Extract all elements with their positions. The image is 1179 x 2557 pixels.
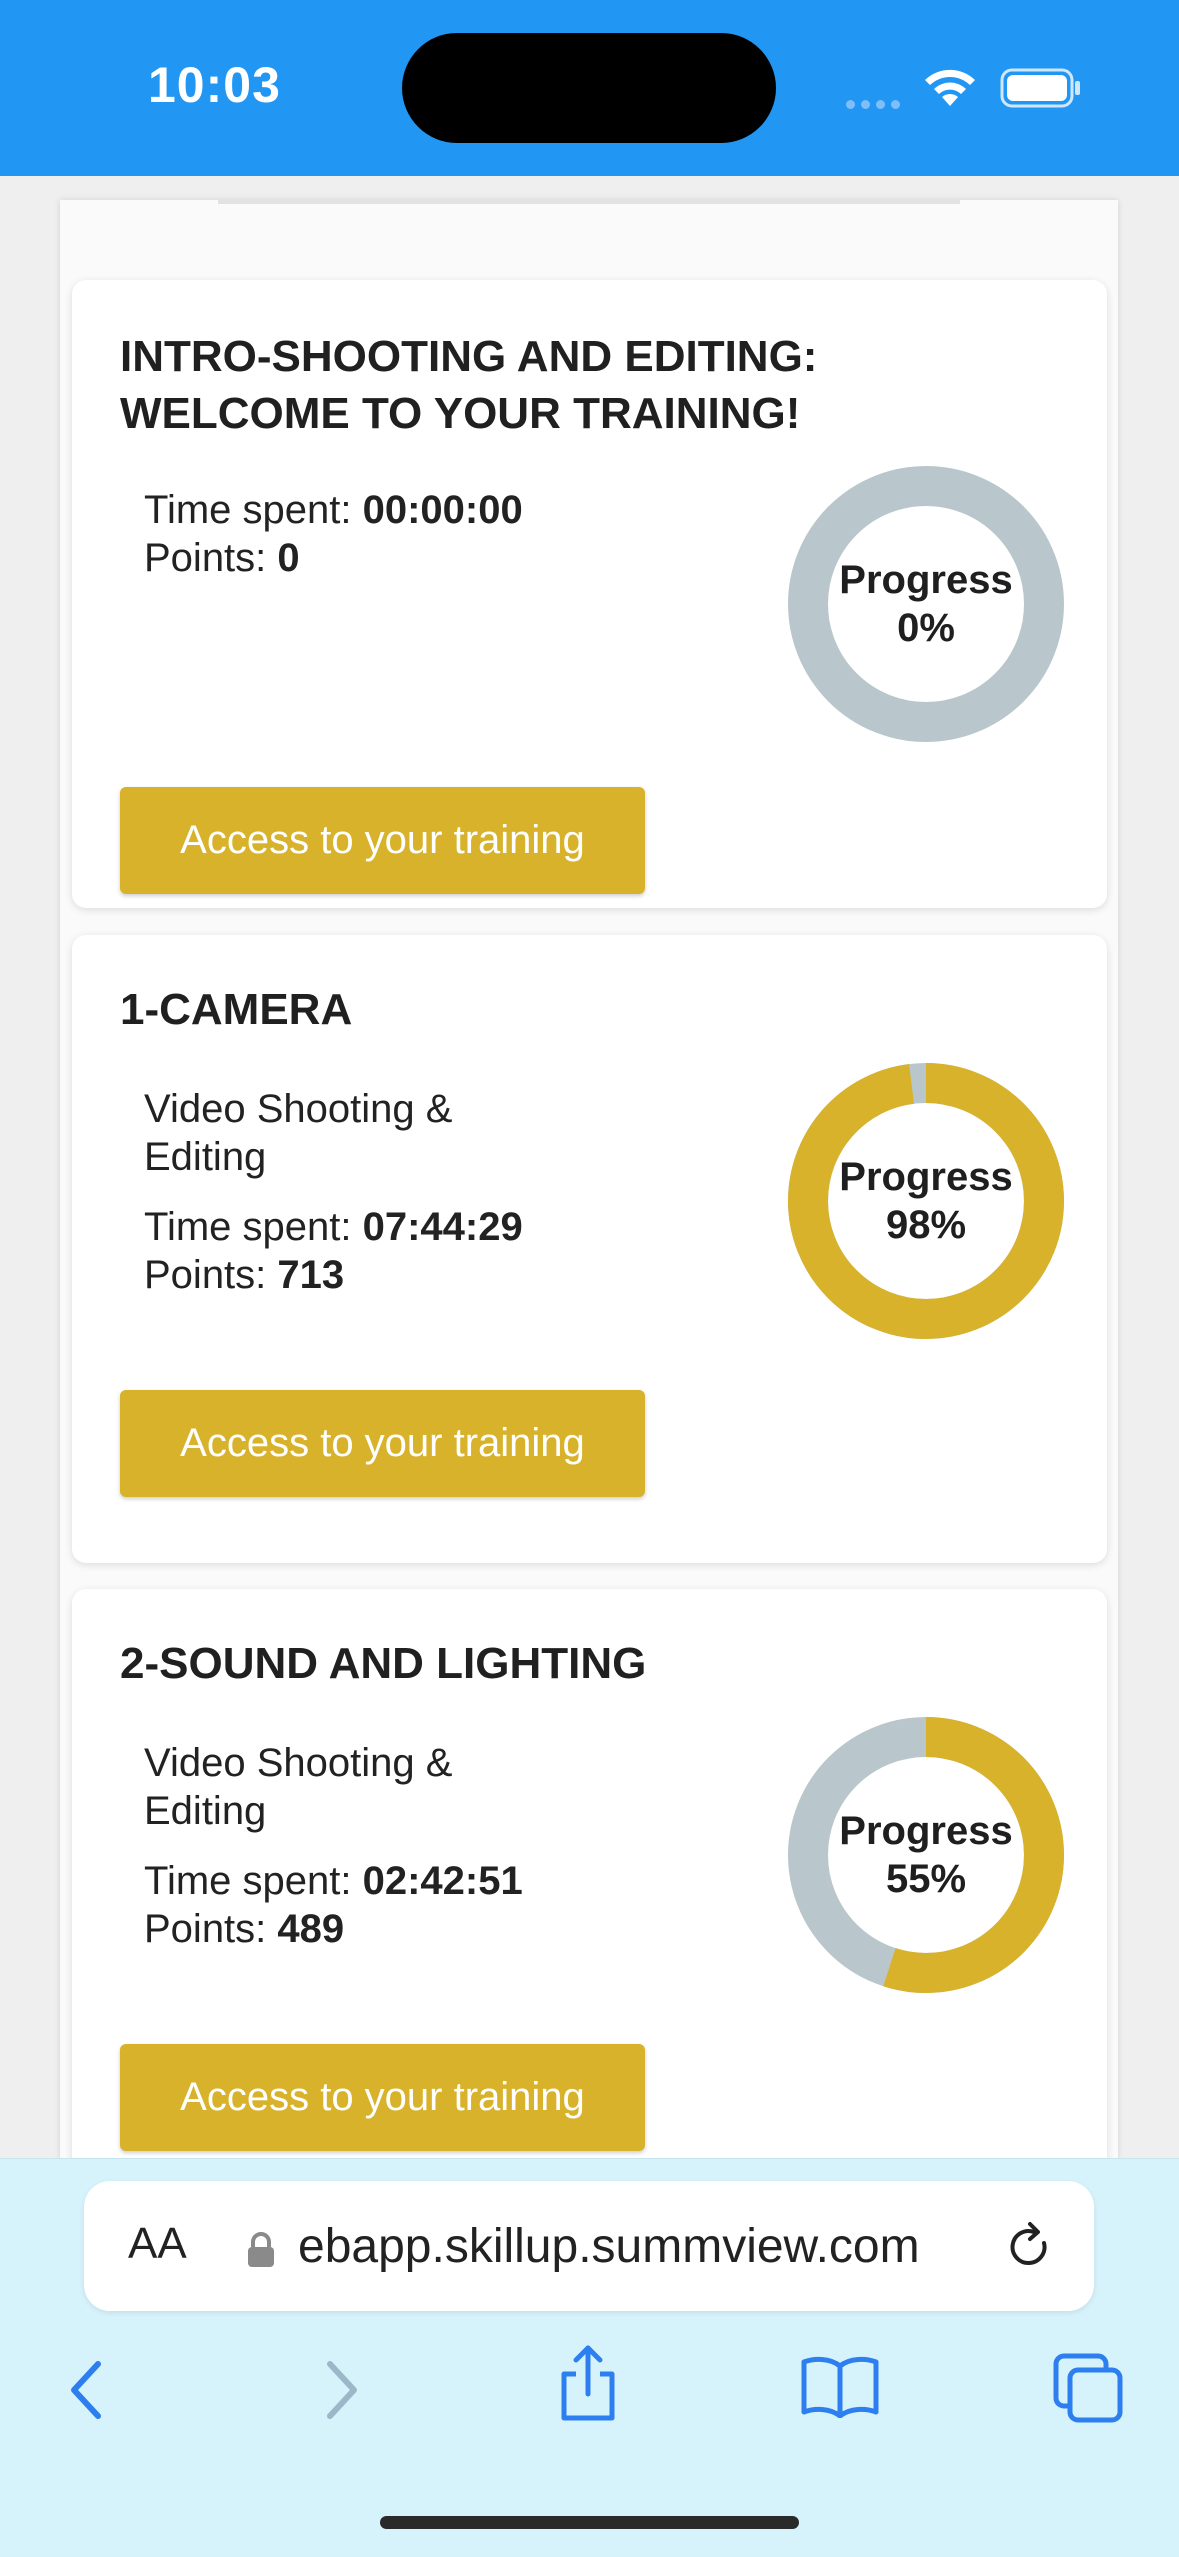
points-value: 489 <box>277 1907 345 1951</box>
time-value: 00:00:00 <box>362 488 523 532</box>
progress-title: Progress <box>839 1155 1013 1199</box>
points-label: Points: <box>144 1907 278 1951</box>
wifi-icon <box>925 69 975 106</box>
progress-percent: 98% <box>885 1203 967 1247</box>
status-bar: 10:03 <box>0 0 1179 176</box>
progress-donut: Progress 0% <box>788 466 1064 742</box>
card-title: 1-CAMERA <box>120 985 353 1034</box>
card-stats: Time spent: 00:00:00 Points: 0 <box>144 486 523 582</box>
progress-title: Progress <box>839 1809 1013 1853</box>
points-label: Points: <box>144 1253 278 1297</box>
time-spent: Time spent: 02:42:51 <box>144 1857 523 1905</box>
dynamic-island <box>402 33 776 143</box>
card-stats: Video Shooting & Editing Time spent: 02:… <box>144 1739 523 1953</box>
access-training-button[interactable]: Access to your training <box>120 787 645 894</box>
text-size-button[interactable]: AA <box>128 2219 187 2269</box>
points: Points: 0 <box>144 534 523 582</box>
progress-title: Progress <box>839 558 1013 602</box>
time-label: Time spent: <box>144 1859 363 1903</box>
training-card-sound-lighting: 2-SOUND AND LIGHTING Video Shooting & Ed… <box>72 1589 1107 2189</box>
time-value: 02:42:51 <box>362 1859 523 1903</box>
top-divider <box>218 200 960 204</box>
time-label: Time spent: <box>144 488 363 532</box>
progress-label: Progress 55% <box>788 1717 1064 1993</box>
time-value: 07:44:29 <box>362 1205 523 1249</box>
time-label: Time spent: <box>144 1205 363 1249</box>
time-spent: Time spent: 07:44:29 <box>144 1203 523 1251</box>
bookmarks-icon[interactable] <box>800 2354 880 2418</box>
reload-icon[interactable] <box>1006 2221 1054 2273</box>
points-value: 0 <box>277 536 300 580</box>
forward-icon[interactable] <box>320 2358 364 2422</box>
card-title: INTRO-SHOOTING AND EDITING: WELCOME TO Y… <box>120 328 817 442</box>
training-card-intro: INTRO-SHOOTING AND EDITING: WELCOME TO Y… <box>72 280 1107 908</box>
card-subtitle: Video Shooting & Editing <box>144 1741 453 1833</box>
progress-percent: 55% <box>885 1857 967 1901</box>
progress-label: Progress 0% <box>788 466 1064 742</box>
access-training-button[interactable]: Access to your training <box>120 2044 645 2151</box>
access-training-button[interactable]: Access to your training <box>120 1390 645 1497</box>
tabs-icon[interactable] <box>1052 2352 1124 2424</box>
cellular-signal-icon <box>846 96 906 114</box>
card-title-line2: WELCOME TO YOUR TRAINING! <box>120 389 801 438</box>
card-stats: Video Shooting & Editing Time spent: 07:… <box>144 1085 523 1299</box>
aa-label: AA <box>128 2219 187 2268</box>
time-spent: Time spent: 00:00:00 <box>144 486 523 534</box>
points-label: Points: <box>144 536 278 580</box>
card-subtitle: Video Shooting & Editing <box>144 1087 453 1179</box>
points-value: 713 <box>277 1253 345 1297</box>
url-text[interactable]: ebapp.skillup.summview.com <box>298 2219 1018 2274</box>
progress-label: Progress 98% <box>788 1063 1064 1339</box>
progress-donut: Progress 55% <box>788 1717 1064 1993</box>
address-bar[interactable]: AA ebapp.skillup.summview.com <box>84 2181 1094 2311</box>
home-indicator <box>380 2516 799 2529</box>
card-title-line1: INTRO-SHOOTING AND EDITING: <box>120 332 818 381</box>
progress-percent: 0% <box>897 606 955 650</box>
lock-icon <box>248 2232 274 2267</box>
card-title: 2-SOUND AND LIGHTING <box>120 1639 647 1688</box>
points: Points: 489 <box>144 1905 523 1953</box>
status-time: 10:03 <box>148 57 281 113</box>
points: Points: 713 <box>144 1251 523 1299</box>
battery-icon <box>1000 68 1080 108</box>
training-card-camera: 1-CAMERA Video Shooting & Editing Time s… <box>72 935 1107 1563</box>
back-icon[interactable] <box>64 2358 108 2422</box>
share-icon[interactable] <box>556 2344 620 2424</box>
progress-donut: Progress 98% <box>788 1063 1064 1339</box>
